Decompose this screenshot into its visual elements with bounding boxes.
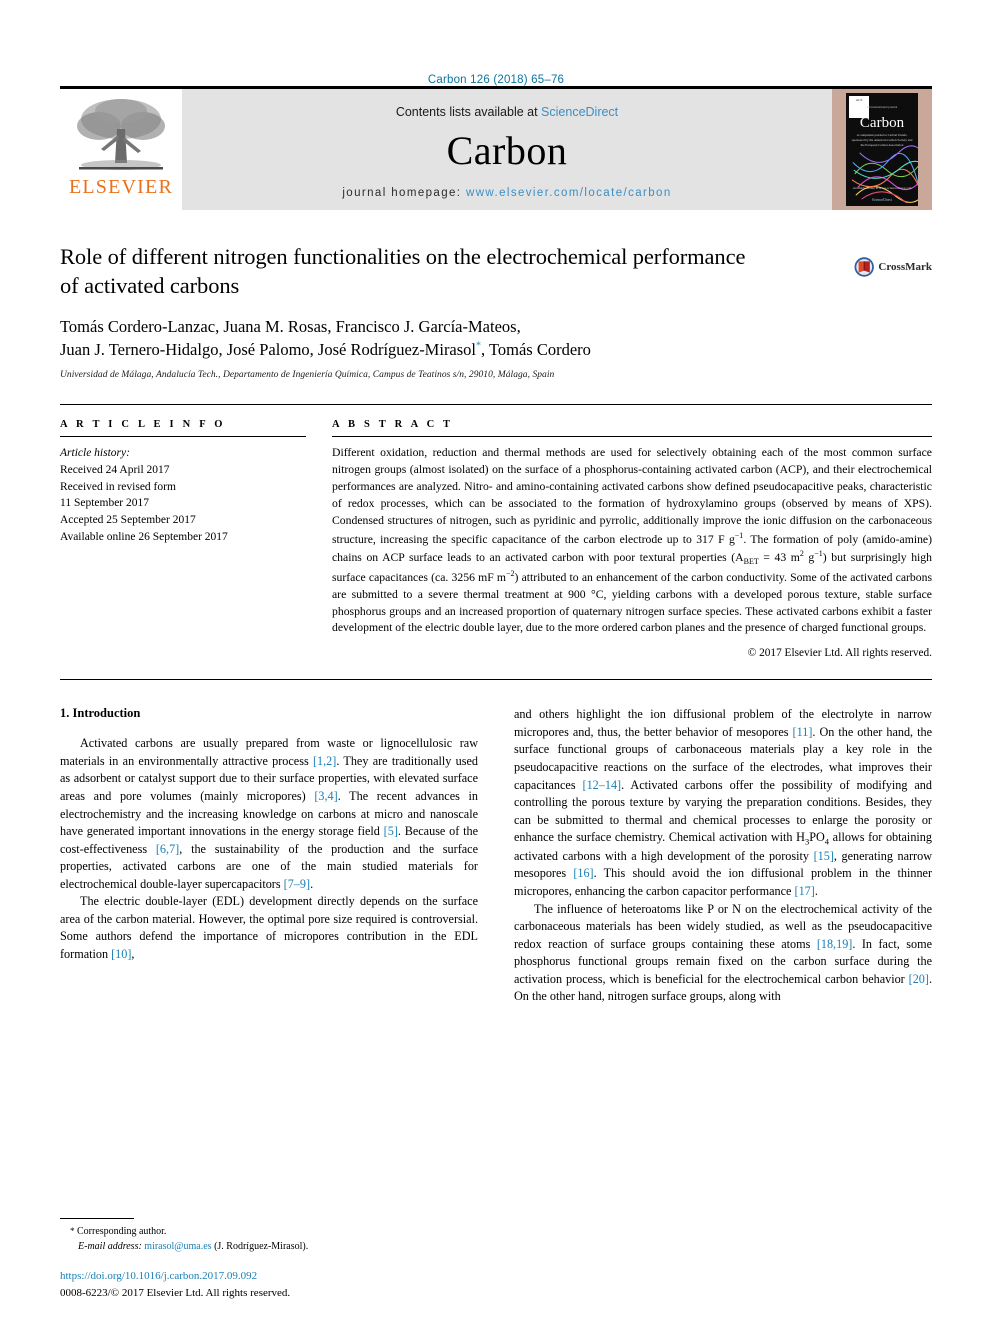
text-run: . xyxy=(310,876,314,891)
text-run: PO xyxy=(809,830,825,845)
masthead-center: Contents lists available at ScienceDirec… xyxy=(182,89,832,210)
journal-masthead: ELSEVIER Contents lists available at Sci… xyxy=(60,86,932,210)
issn-copyright: 0008-6223/© 2017 Elsevier Ltd. All right… xyxy=(60,1286,291,1299)
citation-link[interactable]: [12–14] xyxy=(583,778,622,792)
cover-footer: Available online at www.sciencedirect.co… xyxy=(852,186,912,190)
elsevier-tree-icon xyxy=(77,99,165,170)
crossmark-icon xyxy=(854,257,874,277)
citation-link[interactable]: [20] xyxy=(909,972,929,986)
article-info-heading: A R T I C L E I N F O xyxy=(60,419,226,431)
article-history-item: Available online 26 September 2017 xyxy=(60,530,228,543)
elsevier-wordmark: ELSEVIER xyxy=(68,176,174,198)
doi-link[interactable]: https://doi.org/10.1016/j.carbon.2017.09… xyxy=(60,1268,478,1285)
footnote-text: Corresponding author. xyxy=(74,1226,167,1237)
article-history-label: Article history: xyxy=(60,447,130,460)
citation-link[interactable]: [16] xyxy=(573,866,593,880)
sciencedirect-link[interactable]: ScienceDirect xyxy=(541,105,618,119)
elsevier-logo: ELSEVIER xyxy=(60,89,182,210)
citation-link[interactable]: [1,2] xyxy=(313,754,336,768)
paragraph: and others highlight the ion diffusional… xyxy=(514,706,932,900)
abstract-sup-g1: −1 xyxy=(814,549,823,559)
text-run: . xyxy=(814,884,818,899)
journal-cover-thumbnail: ACS An international journal Carbon A co… xyxy=(832,89,932,210)
paragraph: The influence of heteroatoms like P or N… xyxy=(514,901,932,1006)
email-link[interactable]: mirasol@uma.es xyxy=(144,1241,211,1252)
citation-link[interactable]: [15] xyxy=(814,849,834,863)
abstract-part-4: g xyxy=(803,551,815,565)
article-history-item: Received 24 April 2017 xyxy=(60,464,170,477)
citation-link[interactable]: [3,4] xyxy=(314,789,337,803)
journal-homepage-line: journal homepage: www.elsevier.com/locat… xyxy=(342,187,671,199)
title-block: Role of different nitrogen functionaliti… xyxy=(60,242,932,380)
body-column-left: 1. Introduction Activated carbons are us… xyxy=(60,706,478,1006)
article-history-item: Accepted 25 September 2017 xyxy=(60,514,196,527)
abstract-body: Different oxidation, reduction and therm… xyxy=(332,445,932,637)
footnote-rule xyxy=(60,1218,134,1219)
citation-link[interactable]: [17] xyxy=(795,884,815,898)
section-heading-introduction: 1. Introduction xyxy=(60,706,141,721)
abstract-copyright: © 2017 Elsevier Ltd. All rights reserved… xyxy=(747,647,932,660)
article-history-item: 11 September 2017 xyxy=(60,497,150,510)
author-line-1: Tomás Cordero-Lanzac, Juana M. Rosas, Fr… xyxy=(60,316,521,336)
article-info-column: A R T I C L E I N F O Article history: R… xyxy=(60,419,306,659)
email-suffix: (J. Rodríguez-Mirasol). xyxy=(211,1241,309,1252)
contents-prefix: Contents lists available at xyxy=(395,104,542,119)
body-separator-rule xyxy=(60,679,932,681)
info-abstract-section: A R T I C L E I N F O Article history: R… xyxy=(60,404,932,659)
citation-link[interactable]: [18,19] xyxy=(817,937,853,951)
abstract-part-1: Different oxidation, reduction and therm… xyxy=(332,446,932,546)
author-list: Tomás Cordero-Lanzac, Juana M. Rosas, Fr… xyxy=(60,315,820,362)
email-label: E-mail address: xyxy=(78,1241,142,1252)
abstract-part-3: = 43 m xyxy=(758,551,800,565)
cover-eyebrow: An international journal xyxy=(866,105,898,109)
journal-title: Carbon xyxy=(446,127,568,173)
citation-link[interactable]: [11] xyxy=(793,725,813,739)
author-line-2-tail: , Tomás Cordero xyxy=(481,339,591,359)
abstract-heading: A B S T R A C T xyxy=(332,419,454,431)
affiliation: Universidad de Málaga, Andalucía Tech., … xyxy=(60,370,555,381)
page-footer: * Corresponding author. E-mail address: … xyxy=(60,1218,478,1301)
author-line-2: Juan J. Ternero-Hidalgo, José Palomo, Jo… xyxy=(60,338,820,361)
corresponding-author-note: * Corresponding author. xyxy=(60,1224,478,1239)
citation-link[interactable]: [10] xyxy=(111,947,131,961)
abstract-column: A B S T R A C T Different oxidation, red… xyxy=(332,419,932,659)
homepage-prefix: journal homepage: xyxy=(342,186,467,199)
cover-footer-brand: ScienceDirect xyxy=(871,198,893,202)
page-title: Role of different nitrogen functionaliti… xyxy=(60,244,746,299)
article-history-item: Received in revised form xyxy=(60,480,176,493)
citation-link[interactable]: [5] xyxy=(384,824,398,838)
homepage-url-link[interactable]: www.elsevier.com/locate/carbon xyxy=(466,187,672,199)
crossmark-badge[interactable]: CrossMark xyxy=(854,244,932,290)
running-head: Carbon 126 (2018) 65–76 xyxy=(427,74,565,86)
cover-artwork: ACS An international journal Carbon A co… xyxy=(846,93,918,206)
paragraph: Activated carbons are usually prepared f… xyxy=(60,735,478,893)
citation-link[interactable]: [7–9] xyxy=(284,877,310,891)
article-info-rule xyxy=(60,436,306,438)
abstract-sub-bet: BET xyxy=(743,557,759,567)
paragraph: The electric double-layer (EDL) developm… xyxy=(60,893,478,963)
email-note: E-mail address: mirasol@uma.es (J. Rodrí… xyxy=(78,1239,478,1254)
contents-available-line: Contents lists available at ScienceDirec… xyxy=(396,105,618,119)
author-line-2-main: Juan J. Ternero-Hidalgo, José Palomo, Jo… xyxy=(60,339,477,359)
abstract-rule xyxy=(332,436,932,438)
paper-page: Carbon 126 (2018) 65–76 ELSEVIER Content… xyxy=(0,0,992,1323)
body-columns: 1. Introduction Activated carbons are us… xyxy=(60,706,932,1006)
cover-title: Carbon xyxy=(859,115,905,131)
body-column-right: and others highlight the ion diffusional… xyxy=(514,706,932,1006)
abstract-sup-mf: −2 xyxy=(505,569,515,579)
text-run: , xyxy=(131,947,135,962)
crossmark-label: CrossMark xyxy=(878,261,932,273)
cover-molecular-art-icon xyxy=(851,145,918,203)
citation-link[interactable]: [6,7] xyxy=(156,842,179,856)
